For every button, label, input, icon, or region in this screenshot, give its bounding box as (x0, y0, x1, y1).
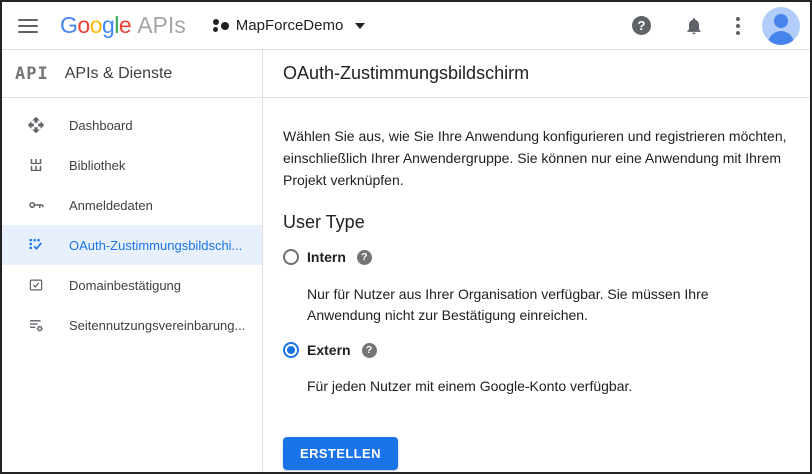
radio-unchecked-icon[interactable] (283, 249, 299, 265)
project-icon (212, 17, 229, 34)
header-actions: ? (632, 7, 800, 45)
more-vert-icon[interactable] (736, 15, 740, 36)
main-content: OAuth-Zustimmungsbildschirm Wählen Sie a… (263, 50, 810, 471)
usage-agreements-icon (27, 316, 45, 334)
sidebar-nav: Dashboard Bibliothek Anmeldedaten (2, 98, 262, 345)
sidebar-item-label: Bibliothek (69, 158, 125, 173)
caret-down-icon (355, 23, 365, 29)
notifications-icon[interactable] (684, 16, 704, 36)
logo-letter: e (119, 12, 131, 39)
sidebar-item-label: Anmeldedaten (69, 198, 153, 213)
intro-text: Wählen Sie aus, wie Sie Ihre Anwendung k… (283, 125, 787, 191)
browser-app-window: Google APIs MapForceDemo ? API APIs & Di… (0, 0, 812, 474)
dashboard-icon (27, 116, 45, 134)
logo-letter: g (102, 12, 114, 39)
radio-option-intern[interactable]: Intern ? (283, 249, 790, 265)
sidebar: API APIs & Dienste Dashboard Bibliothek (2, 50, 263, 471)
sidebar-item-dashboard[interactable]: Dashboard (2, 105, 262, 145)
sidebar-item-label: Seitennutzungsvereinbarung... (69, 318, 245, 333)
api-badge-icon: API (15, 64, 49, 84)
sidebar-item-label: Dashboard (69, 118, 133, 133)
sidebar-item-label: Domainbestätigung (69, 278, 181, 293)
avatar[interactable] (762, 7, 800, 45)
sidebar-header: API APIs & Dienste (2, 50, 262, 98)
help-icon[interactable]: ? (362, 343, 377, 358)
user-type-heading: User Type (283, 212, 790, 233)
radio-checked-icon[interactable] (283, 342, 299, 358)
app-header: Google APIs MapForceDemo ? (2, 2, 810, 50)
sidebar-item-credentials[interactable]: Anmeldedaten (2, 185, 262, 225)
help-icon[interactable]: ? (632, 16, 651, 35)
project-selector[interactable]: MapForceDemo (212, 17, 366, 34)
domain-verification-icon (27, 276, 45, 294)
help-icon[interactable]: ? (357, 250, 372, 265)
hamburger-menu-icon[interactable] (18, 19, 38, 33)
sidebar-item-oauth-consent[interactable]: OAuth-Zustimmungsbildschi... (2, 225, 262, 265)
consent-icon (27, 236, 45, 254)
option-label: Extern (307, 342, 351, 358)
create-button[interactable]: ERSTELLEN (283, 437, 398, 470)
option-description: Für jeden Nutzer mit einem Google-Konto … (307, 376, 775, 397)
library-icon (27, 156, 45, 174)
logo-suffix: APIs (137, 12, 186, 39)
sidebar-item-domain-verification[interactable]: Domainbestätigung (2, 265, 262, 305)
page-title: OAuth-Zustimmungsbildschirm (283, 63, 529, 84)
page-title-bar: OAuth-Zustimmungsbildschirm (263, 50, 810, 98)
sidebar-title: APIs & Dienste (65, 65, 173, 83)
sidebar-item-label: OAuth-Zustimmungsbildschi... (69, 238, 242, 253)
logo-letter: o (77, 12, 89, 39)
logo-letter: o (90, 12, 102, 39)
key-icon (27, 196, 45, 214)
project-name: MapForceDemo (236, 17, 344, 34)
radio-option-extern[interactable]: Extern ? (283, 342, 790, 358)
logo-letter: G (60, 12, 77, 39)
sidebar-item-library[interactable]: Bibliothek (2, 145, 262, 185)
option-label: Intern (307, 249, 346, 265)
google-apis-logo[interactable]: Google APIs (60, 12, 186, 39)
sidebar-item-usage-agreements[interactable]: Seitennutzungsvereinbarung... (2, 305, 262, 345)
option-description: Nur für Nutzer aus Ihrer Organisation ve… (307, 284, 775, 326)
